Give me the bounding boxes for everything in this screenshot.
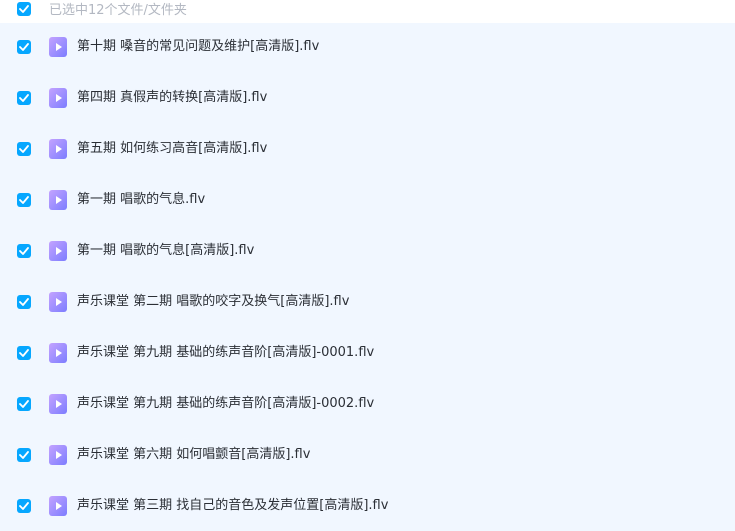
row-checkbox[interactable]	[17, 244, 31, 258]
file-rows: 第十期 嗓音的常见问题及维护[高清版].flv 第四期 真假声的转换[高清版].…	[0, 23, 735, 531]
file-name: 声乐课堂 第六期 如何唱颤音[高清版].flv	[77, 447, 311, 462]
row-checkbox[interactable]	[17, 448, 31, 462]
file-name: 第四期 真假声的转换[高清版].flv	[77, 90, 268, 105]
file-name: 第一期 唱歌的气息[高清版].flv	[77, 243, 255, 258]
file-row[interactable]: 声乐课堂 第二期 唱歌的咬字及换气[高清版].flv	[0, 278, 735, 329]
checkmark-icon	[19, 196, 29, 204]
file-name: 第一期 唱歌的气息.flv	[77, 192, 206, 207]
video-file-icon	[49, 37, 67, 57]
select-all-checkbox[interactable]	[17, 2, 31, 16]
row-checkbox[interactable]	[17, 397, 31, 411]
video-file-icon	[49, 343, 67, 363]
video-file-icon	[49, 445, 67, 465]
file-row[interactable]: 第一期 唱歌的气息[高清版].flv	[0, 227, 735, 278]
selection-count-label: 已选中12个文件/文件夹	[49, 3, 187, 18]
video-file-icon	[49, 190, 67, 210]
checkmark-icon	[19, 400, 29, 408]
file-row[interactable]: 声乐课堂 第三期 找自己的音色及发声位置[高清版].flv	[0, 482, 735, 531]
file-row[interactable]: 声乐课堂 第九期 基础的练声音阶[高清版]-0002.flv	[0, 380, 735, 431]
video-file-icon	[49, 292, 67, 312]
file-name: 声乐课堂 第三期 找自己的音色及发声位置[高清版].flv	[77, 498, 389, 513]
file-name: 声乐课堂 第二期 唱歌的咬字及换气[高清版].flv	[77, 294, 350, 309]
file-row[interactable]: 声乐课堂 第九期 基础的练声音阶[高清版]-0001.flv	[0, 329, 735, 380]
checkmark-icon	[19, 43, 29, 51]
file-row[interactable]: 第十期 嗓音的常见问题及维护[高清版].flv	[0, 23, 735, 74]
checkmark-icon	[19, 247, 29, 255]
file-row[interactable]: 第四期 真假声的转换[高清版].flv	[0, 74, 735, 125]
video-file-icon	[49, 394, 67, 414]
checkmark-icon	[19, 502, 29, 510]
video-file-icon	[49, 496, 67, 516]
selection-header: 已选中12个文件/文件夹	[0, 0, 735, 23]
video-file-icon	[49, 139, 67, 159]
file-row[interactable]: 第一期 唱歌的气息.flv	[0, 176, 735, 227]
file-list: 已选中12个文件/文件夹 第十期 嗓音的常见问题及维护[高清版].flv 第四期…	[0, 0, 735, 531]
row-checkbox[interactable]	[17, 295, 31, 309]
file-row[interactable]: 声乐课堂 第六期 如何唱颤音[高清版].flv	[0, 431, 735, 482]
checkmark-icon	[19, 349, 29, 357]
checkmark-icon	[19, 298, 29, 306]
row-checkbox[interactable]	[17, 142, 31, 156]
checkmark-icon	[19, 94, 29, 102]
file-row[interactable]: 第五期 如何练习高音[高清版].flv	[0, 125, 735, 176]
video-file-icon	[49, 241, 67, 261]
file-name: 声乐课堂 第九期 基础的练声音阶[高清版]-0002.flv	[77, 396, 375, 411]
file-name: 第五期 如何练习高音[高清版].flv	[77, 141, 268, 156]
file-name: 第十期 嗓音的常见问题及维护[高清版].flv	[77, 39, 320, 54]
video-file-icon	[49, 88, 67, 108]
row-checkbox[interactable]	[17, 193, 31, 207]
row-checkbox[interactable]	[17, 91, 31, 105]
row-checkbox[interactable]	[17, 346, 31, 360]
row-checkbox[interactable]	[17, 40, 31, 54]
file-name: 声乐课堂 第九期 基础的练声音阶[高清版]-0001.flv	[77, 345, 375, 360]
checkmark-icon	[19, 451, 29, 459]
row-checkbox[interactable]	[17, 499, 31, 513]
checkmark-icon	[19, 5, 29, 13]
checkmark-icon	[19, 145, 29, 153]
